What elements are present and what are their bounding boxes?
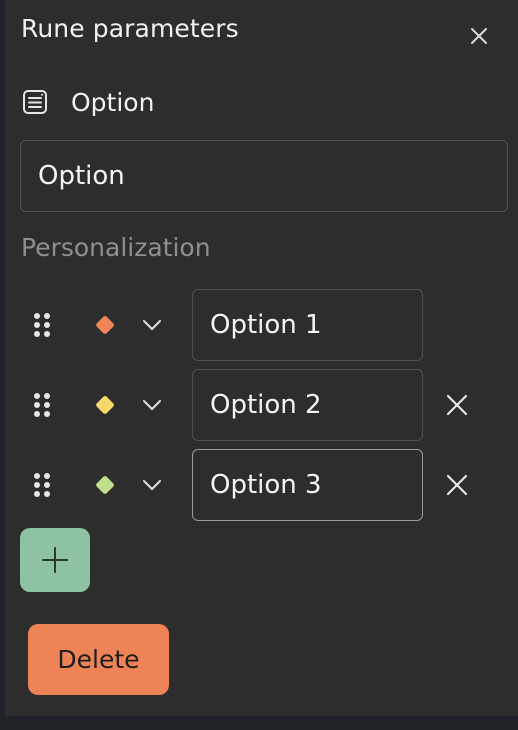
chevron-down-icon[interactable] bbox=[141, 477, 163, 493]
rune-parameters-panel: Rune parameters Option Personalization D… bbox=[5, 0, 518, 716]
option-row bbox=[5, 449, 518, 521]
plus-icon bbox=[42, 547, 68, 573]
drag-handle-icon[interactable] bbox=[33, 391, 51, 419]
rune-name-input[interactable] bbox=[20, 140, 508, 212]
chevron-down-icon[interactable] bbox=[141, 397, 163, 413]
delete-button[interactable]: Delete bbox=[28, 624, 169, 695]
close-icon[interactable] bbox=[467, 24, 491, 48]
option-row bbox=[5, 289, 518, 361]
option-row bbox=[5, 369, 518, 441]
drag-handle-icon[interactable] bbox=[33, 471, 51, 499]
color-swatch-icon[interactable] bbox=[93, 313, 117, 337]
remove-option-icon[interactable] bbox=[444, 472, 470, 498]
option-label-input[interactable] bbox=[192, 369, 423, 441]
personalization-heading: Personalization bbox=[21, 233, 211, 262]
option-list-icon bbox=[23, 90, 47, 114]
color-swatch-icon[interactable] bbox=[93, 473, 117, 497]
add-option-button[interactable] bbox=[20, 528, 90, 592]
rune-type-label: Option bbox=[71, 87, 155, 117]
option-label-input[interactable] bbox=[192, 289, 423, 361]
remove-option-icon[interactable] bbox=[444, 392, 470, 418]
rune-type: Option bbox=[21, 86, 154, 118]
option-label-input[interactable] bbox=[192, 449, 423, 521]
color-swatch-icon[interactable] bbox=[93, 393, 117, 417]
panel-title: Rune parameters bbox=[21, 14, 239, 43]
drag-handle-icon[interactable] bbox=[33, 311, 51, 339]
chevron-down-icon[interactable] bbox=[141, 317, 163, 333]
